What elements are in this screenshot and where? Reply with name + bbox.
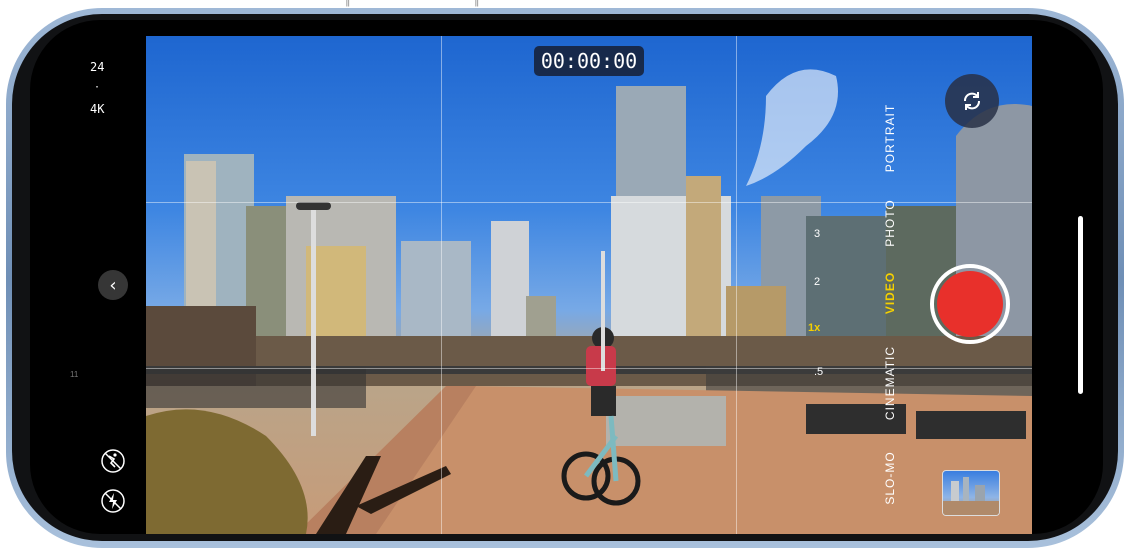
top-mark-right: || bbox=[475, 0, 479, 7]
scene-image bbox=[146, 69, 1032, 534]
record-button-inner bbox=[937, 271, 1003, 337]
notch-mark: 11 bbox=[70, 370, 79, 379]
mode-slomo[interactable]: SLO-MO bbox=[883, 433, 897, 523]
action-mode-off-icon[interactable] bbox=[100, 448, 126, 474]
left-control-bar: 24 · 4K ‹ 11 bbox=[30, 20, 146, 534]
zoom-1x[interactable]: 1x bbox=[808, 322, 820, 334]
grid-line-horizontal-1 bbox=[146, 202, 1032, 203]
record-button[interactable] bbox=[930, 264, 1010, 344]
zoom-2x[interactable]: 2 bbox=[814, 276, 820, 288]
recording-timer: 00:00:00 bbox=[534, 46, 644, 76]
resolution-toggle[interactable]: 4K bbox=[90, 102, 104, 116]
home-indicator[interactable] bbox=[1078, 216, 1083, 394]
format-separator: · bbox=[94, 82, 101, 93]
camera-viewfinder[interactable]: 00:00:00 PORTRAIT PHOTO VIDEO CINEMATIC … bbox=[146, 36, 1032, 534]
camera-flip-icon bbox=[964, 92, 980, 110]
flash-off-icon[interactable] bbox=[100, 488, 126, 514]
last-photo-thumbnail[interactable] bbox=[942, 470, 1000, 516]
top-mark-left: || bbox=[346, 0, 350, 7]
zoom-3x[interactable]: 3 bbox=[814, 228, 820, 240]
mode-cinematic[interactable]: CINEMATIC bbox=[883, 338, 897, 428]
grid-line-vertical-1 bbox=[441, 36, 442, 534]
thumbnail-image bbox=[943, 477, 999, 515]
mode-video[interactable]: VIDEO bbox=[883, 248, 897, 338]
camera-screen: 24 · 4K ‹ 11 00:00:00 PORTRAIT PHOTO VID… bbox=[30, 20, 1103, 534]
mode-portrait[interactable]: PORTRAIT bbox=[883, 93, 897, 183]
grid-line-vertical-2 bbox=[736, 36, 737, 534]
zoom-0-5x[interactable]: .5 bbox=[814, 366, 823, 378]
chevron-left-icon[interactable]: ‹ bbox=[98, 270, 128, 300]
grid-line-horizontal-2 bbox=[146, 368, 1032, 369]
frame-rate-toggle[interactable]: 24 bbox=[90, 60, 104, 74]
camera-flip-button[interactable] bbox=[945, 74, 999, 128]
